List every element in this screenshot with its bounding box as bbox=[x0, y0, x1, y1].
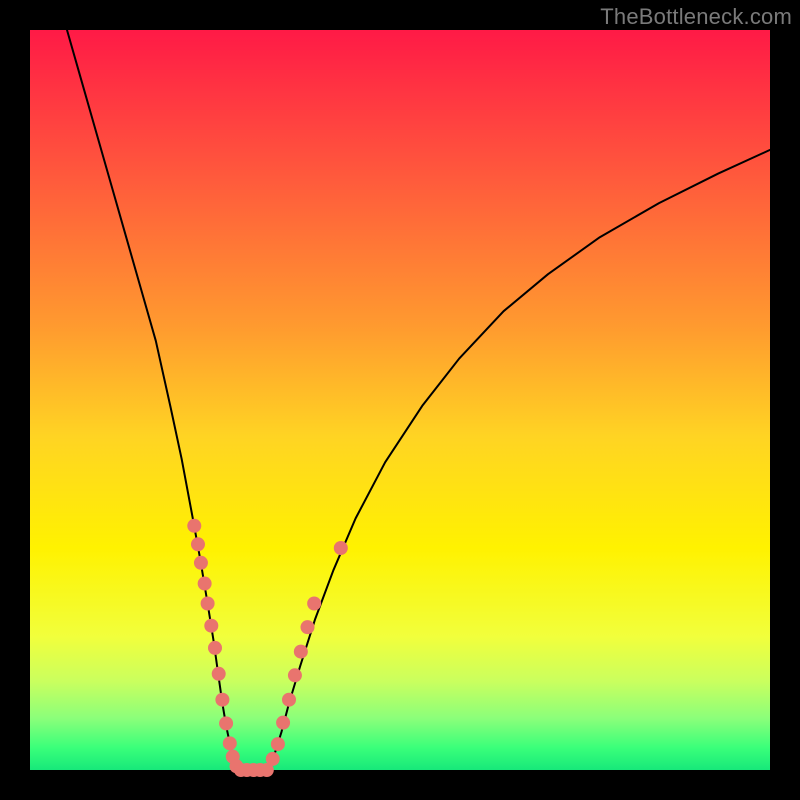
bottleneck-curve bbox=[67, 30, 770, 770]
bottleneck-dot bbox=[301, 620, 315, 634]
bottleneck-dot bbox=[212, 667, 226, 681]
bottleneck-dot bbox=[191, 537, 205, 551]
bottleneck-dot bbox=[334, 541, 348, 555]
bottleneck-dot bbox=[307, 597, 321, 611]
chart-svg bbox=[30, 30, 770, 770]
bottleneck-dot bbox=[288, 668, 302, 682]
bottleneck-dot bbox=[208, 641, 222, 655]
bottleneck-dot bbox=[194, 556, 208, 570]
bottleneck-dot bbox=[198, 577, 212, 591]
watermark-text: TheBottleneck.com bbox=[600, 4, 792, 30]
bottleneck-dot bbox=[187, 519, 201, 533]
bottleneck-dot bbox=[215, 693, 229, 707]
bottleneck-dot bbox=[201, 597, 215, 611]
plot-area bbox=[30, 30, 770, 770]
bottleneck-dot bbox=[219, 716, 233, 730]
line-layer bbox=[67, 30, 770, 770]
bottleneck-dot bbox=[271, 737, 285, 751]
bottleneck-dot bbox=[294, 645, 308, 659]
bottleneck-dot bbox=[223, 736, 237, 750]
chart-frame: TheBottleneck.com bbox=[0, 0, 800, 800]
bottleneck-dot bbox=[204, 619, 218, 633]
marker-layer bbox=[187, 519, 348, 777]
bottleneck-dot bbox=[276, 716, 290, 730]
bottleneck-dot bbox=[282, 693, 296, 707]
bottleneck-dot bbox=[266, 752, 280, 766]
